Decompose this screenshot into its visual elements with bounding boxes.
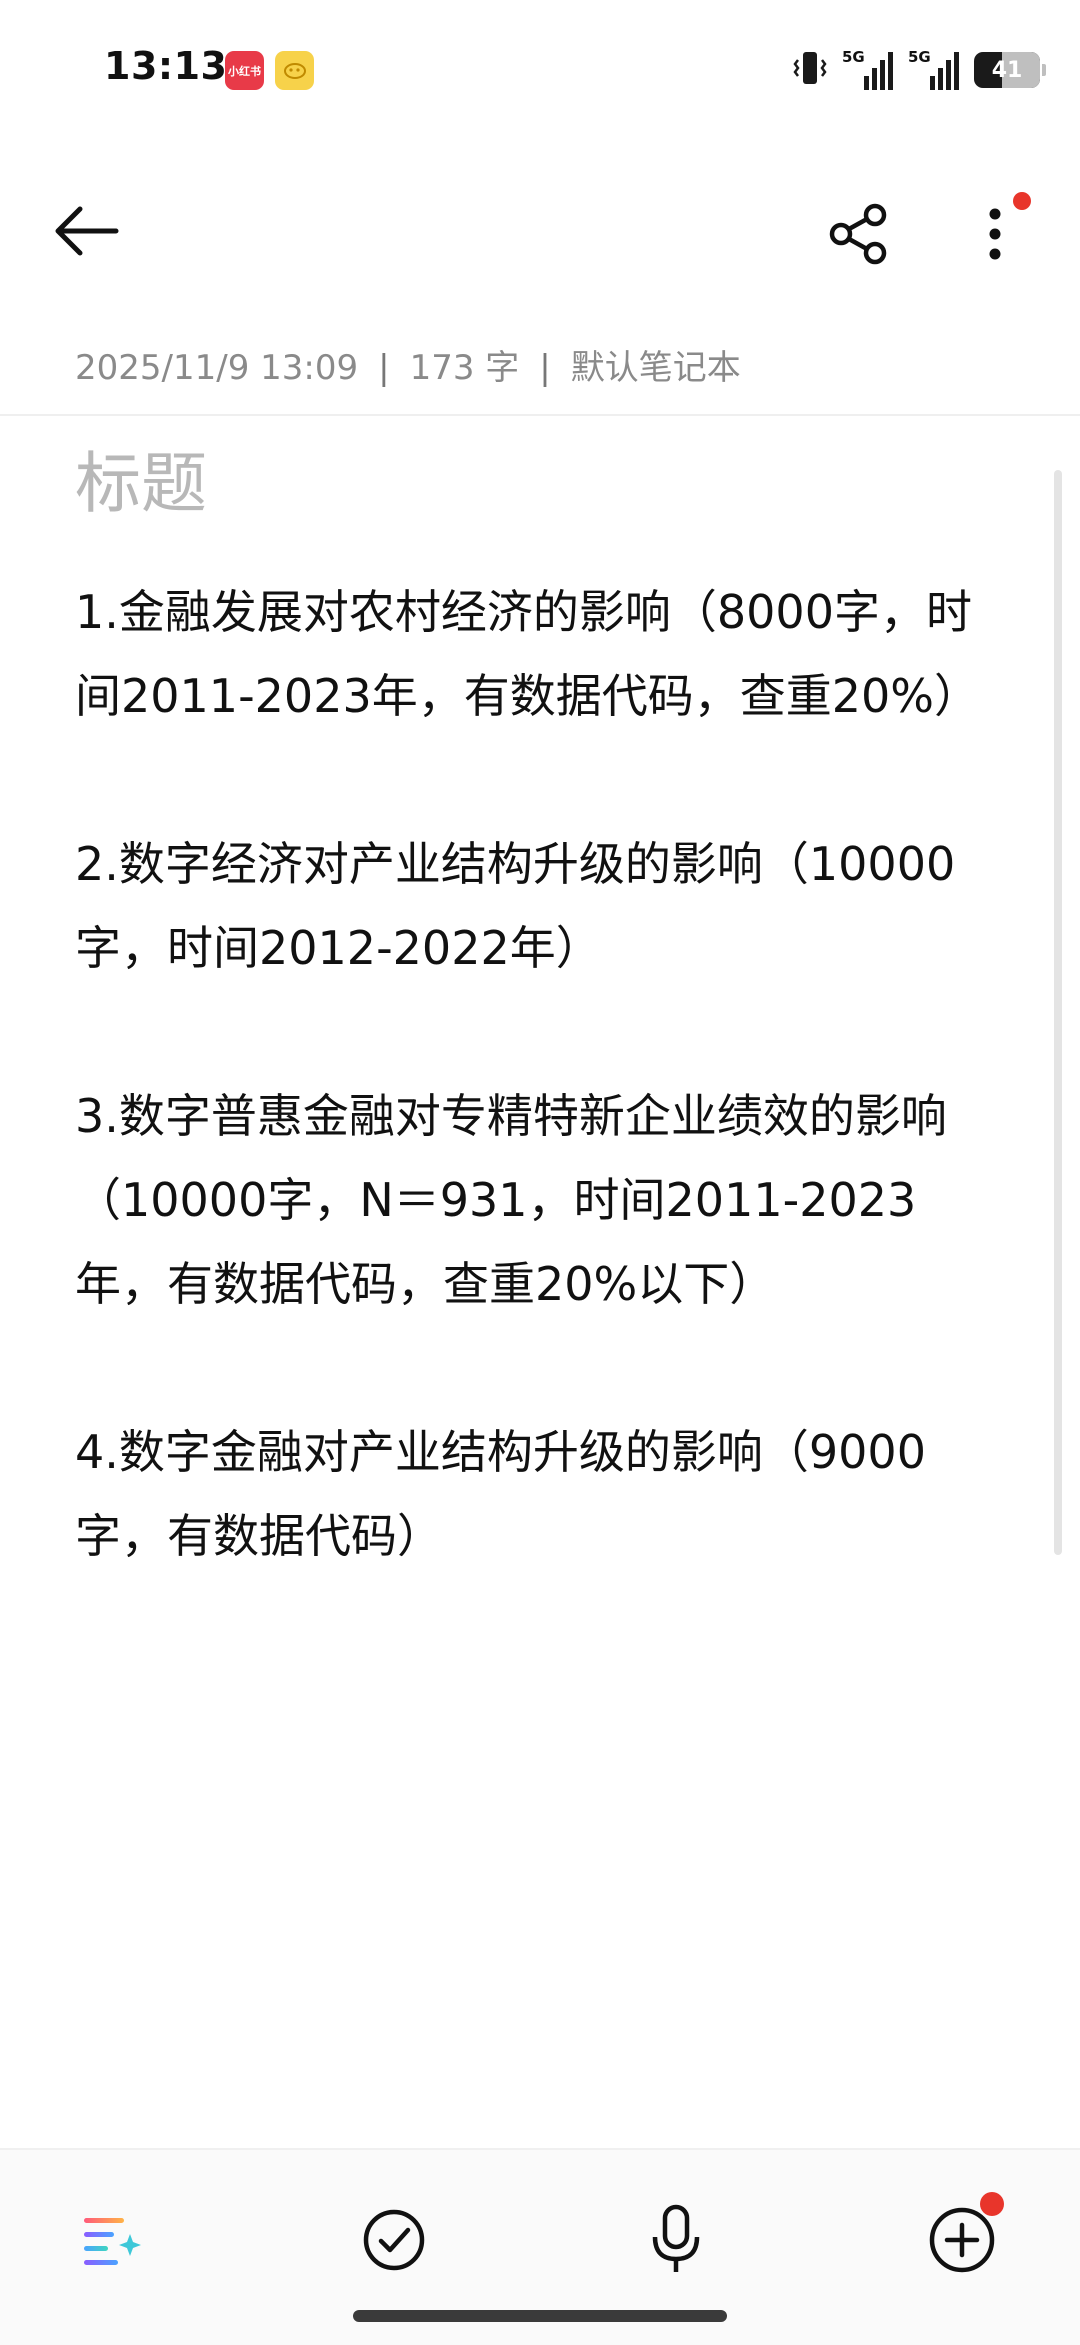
scrollbar[interactable] — [1054, 470, 1062, 1555]
battery-level: 41 — [991, 57, 1023, 83]
voice-input-button[interactable] — [632, 2196, 720, 2284]
note-datetime: 2025/11/9 13:09 — [75, 348, 359, 388]
note-paragraph[interactable]: 4.数字金融对产业结构升级的影响（9000字，有数据代码） — [75, 1410, 1005, 1578]
signal-5g-1-icon: 5G — [842, 48, 894, 92]
ai-format-icon — [84, 2218, 141, 2265]
meta-separator: | — [539, 348, 551, 388]
note-paragraph[interactable]: 2.数字经济对产业结构升级的影响（10000字，时间2012-2022年） — [75, 822, 1005, 990]
note-body-editor[interactable]: 1.金融发展对农村经济的影响（8000字，时间2011-2023年，有数据代码，… — [75, 570, 1005, 1662]
note-word-count: 173 字 — [409, 348, 520, 388]
add-circle-icon — [929, 2207, 995, 2273]
status-right-group: 5G 5G 41 — [792, 48, 1046, 92]
more-notification-dot — [1013, 192, 1031, 210]
signal-5g-2-icon: 5G — [908, 48, 960, 92]
arrow-left-icon — [55, 206, 119, 256]
note-paragraph[interactable]: 1.金融发展对农村经济的影响（8000字，时间2011-2023年，有数据代码，… — [75, 570, 1005, 738]
back-button[interactable] — [46, 196, 126, 266]
more-vertical-icon — [989, 208, 1001, 260]
vibrate-icon — [792, 48, 828, 92]
notes-screen: 13:13 小红书 5G 5G 41 2025/11/9 13:09 | 173… — [0, 0, 1080, 2345]
todo-button[interactable] — [350, 2196, 438, 2284]
microphone-icon — [652, 2204, 700, 2272]
status-time: 13:13 — [104, 44, 228, 88]
note-paragraph[interactable]: 3.数字普惠金融对专精特新企业绩效的影响（10000字，N＝931，时间2011… — [75, 1074, 1005, 1326]
add-notification-dot — [980, 2192, 1004, 2216]
status-bar: 13:13 小红书 5G 5G 41 — [0, 0, 1080, 140]
battery-icon: 41 — [974, 52, 1046, 88]
xianyu-notification-icon — [275, 51, 314, 90]
xiaohongshu-notification-icon: 小红书 — [225, 51, 264, 90]
share-icon — [829, 203, 887, 265]
checkmark-circle-icon — [363, 2209, 425, 2271]
more-options-button[interactable] — [955, 192, 1035, 274]
note-meta: 2025/11/9 13:09 | 173 字 | 默认笔记本 — [75, 340, 741, 389]
notebook-name[interactable]: 默认笔记本 — [571, 348, 741, 388]
xiaohongshu-label: 小红书 — [228, 64, 261, 78]
note-title-input[interactable]: 标题 — [75, 430, 207, 526]
meta-divider — [0, 414, 1080, 416]
add-button[interactable] — [918, 2192, 1006, 2284]
meta-separator: | — [378, 348, 390, 388]
ai-format-button[interactable] — [68, 2196, 156, 2284]
home-indicator[interactable] — [353, 2310, 727, 2322]
share-button[interactable] — [820, 194, 900, 274]
